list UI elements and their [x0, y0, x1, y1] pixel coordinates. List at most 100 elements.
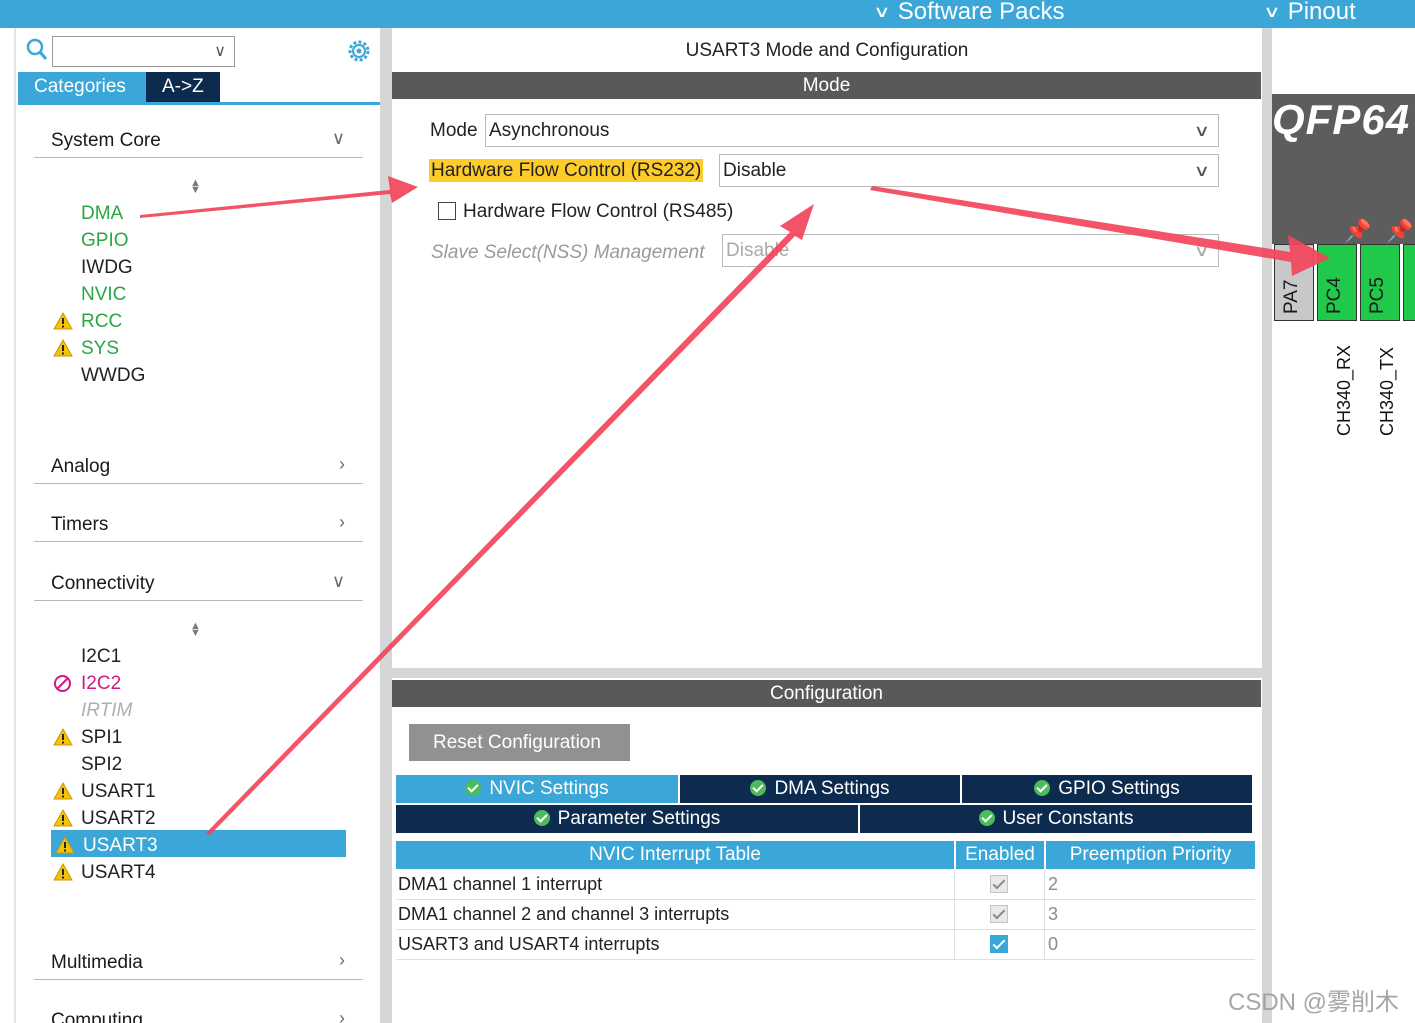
- category-label: Timers: [51, 514, 109, 535]
- tab-a-to-z[interactable]: A->Z: [146, 72, 220, 102]
- mode-label: Mode: [430, 120, 478, 141]
- item-label: SPI1: [81, 727, 123, 748]
- column-divider: [1044, 930, 1045, 960]
- panel-splitter[interactable]: [1262, 28, 1272, 1023]
- category-computing[interactable]: Computing ›: [34, 1004, 363, 1023]
- chevron-right-icon: ›: [339, 454, 345, 474]
- column-header-enabled[interactable]: Enabled: [956, 841, 1046, 869]
- tab-underline: [18, 102, 380, 105]
- category-label: Analog: [51, 456, 111, 477]
- column-header-interrupt[interactable]: NVIC Interrupt Table: [396, 841, 956, 869]
- panel-title: USART3 Mode and Configuration: [685, 40, 969, 61]
- category-label: Multimedia: [51, 952, 143, 973]
- interrupt-name: DMA1 channel 2 and channel 3 interrupts: [398, 904, 730, 924]
- pin-pc5[interactable]: PC5: [1360, 244, 1400, 321]
- software-packs-menu[interactable]: ∨ Software Packs: [873, 0, 1064, 27]
- list-item-i2c1[interactable]: I2C1: [81, 644, 121, 670]
- priority-value[interactable]: 3: [1048, 904, 1058, 925]
- tab-user-constants[interactable]: User Constants: [860, 805, 1252, 833]
- warning-icon: [53, 312, 73, 330]
- column-header-priority[interactable]: Preemption Priority: [1046, 841, 1255, 869]
- table-row[interactable]: DMA1 channel 2 and channel 3 interrupts …: [396, 900, 1255, 930]
- warning-icon: [53, 809, 73, 827]
- check-circle-icon: [978, 810, 995, 826]
- pin-partial[interactable]: [1403, 244, 1415, 321]
- table-row[interactable]: USART3 and USART4 interrupts 0: [396, 930, 1255, 960]
- category-connectivity[interactable]: Connectivity ∨: [34, 567, 363, 601]
- search-combobox[interactable]: ∨: [52, 36, 235, 67]
- list-item-rcc[interactable]: RCC: [53, 309, 122, 335]
- item-label: NVIC: [81, 284, 127, 305]
- list-item-usart2[interactable]: USART2: [53, 806, 156, 832]
- warning-icon: [55, 836, 75, 854]
- mode-select[interactable]: Asynchronous ∨: [485, 114, 1219, 147]
- pinout-menu[interactable]: ∨ Pinout: [1263, 0, 1356, 27]
- list-item-usart1[interactable]: USART1: [53, 779, 156, 805]
- hfc-rs232-label: Hardware Flow Control (RS232): [429, 159, 704, 182]
- chip-package-label: QFP64: [1272, 96, 1411, 143]
- warning-icon: [53, 863, 73, 881]
- enabled-checkbox[interactable]: [990, 875, 1008, 893]
- sort-icon[interactable]: ▲ ▼: [190, 178, 201, 196]
- list-item-gpio[interactable]: GPIO: [81, 228, 129, 254]
- tab-label: DMA Settings: [774, 778, 890, 799]
- list-item-sys[interactable]: SYS: [53, 336, 119, 362]
- nss-select[interactable]: Disable ∨: [722, 234, 1219, 267]
- table-row[interactable]: DMA1 channel 1 interrupt 2: [396, 870, 1255, 900]
- list-item-dma[interactable]: DMA: [81, 201, 123, 227]
- list-item-i2c2[interactable]: I2C2: [54, 671, 121, 697]
- hfc-rs485-checkbox[interactable]: [438, 202, 456, 220]
- search-icon[interactable]: [26, 38, 48, 62]
- item-label: SPI2: [81, 754, 123, 775]
- list-item-irtim[interactable]: IRTIM: [81, 698, 132, 724]
- panel-splitter[interactable]: [380, 28, 392, 1023]
- column-divider: [954, 930, 955, 960]
- list-item-spi2[interactable]: SPI2: [81, 752, 122, 778]
- priority-value[interactable]: 2: [1048, 874, 1058, 895]
- column-divider: [954, 900, 955, 930]
- search-row: ∨: [16, 32, 382, 68]
- category-timers[interactable]: Timers ›: [34, 508, 363, 542]
- list-item-usart3[interactable]: USART3: [55, 833, 158, 859]
- list-item-nvic[interactable]: NVIC: [81, 282, 126, 308]
- tab-dma-settings[interactable]: DMA Settings: [680, 775, 962, 803]
- category-multimedia[interactable]: Multimedia ›: [34, 946, 363, 980]
- pin-pc4[interactable]: PC4: [1317, 244, 1357, 321]
- enabled-checkbox[interactable]: [990, 935, 1008, 953]
- tab-label: User Constants: [1002, 808, 1134, 829]
- sort-icon[interactable]: ▲ ▼: [190, 621, 201, 639]
- section-splitter[interactable]: [392, 668, 1262, 678]
- check-circle-icon: [750, 780, 767, 796]
- pinout-label: Pinout: [1287, 0, 1356, 25]
- pin-pa7[interactable]: PA7: [1274, 244, 1314, 321]
- item-label: WWDG: [81, 365, 146, 386]
- top-toolbar: ∨ Software Packs ∨ Pinout: [0, 0, 1415, 28]
- pushpin-icon: 📌: [1344, 218, 1372, 243]
- tab-nvic-settings[interactable]: NVIC Settings: [396, 775, 680, 803]
- priority-value[interactable]: 0: [1048, 934, 1058, 955]
- view-tabs: Categories A->Z: [18, 72, 220, 102]
- list-item-iwdg[interactable]: IWDG: [81, 255, 133, 281]
- list-item-wwdg[interactable]: WWDG: [81, 363, 145, 389]
- chevron-right-icon: ›: [339, 950, 345, 970]
- tab-label: NVIC Settings: [489, 778, 609, 799]
- item-label: DMA: [81, 203, 124, 224]
- list-item-usart4[interactable]: USART4: [53, 860, 156, 886]
- tab-label: GPIO Settings: [1058, 778, 1180, 799]
- tab-parameter-settings[interactable]: Parameter Settings: [396, 805, 860, 833]
- tab-categories[interactable]: Categories: [18, 72, 146, 102]
- list-item-spi1[interactable]: SPI1: [53, 725, 123, 751]
- mode-section-header: Mode: [392, 72, 1261, 99]
- chevron-down-icon: ∨: [331, 128, 345, 148]
- gear-icon[interactable]: [346, 38, 372, 64]
- hfc-rs232-select[interactable]: Disable ∨: [719, 154, 1219, 187]
- tab-gpio-settings[interactable]: GPIO Settings: [962, 775, 1252, 803]
- category-system-core[interactable]: System Core ∨: [34, 124, 363, 158]
- enabled-checkbox[interactable]: [990, 905, 1008, 923]
- reset-configuration-button[interactable]: Reset Configuration: [409, 724, 630, 761]
- chevron-right-icon: ›: [339, 1008, 345, 1023]
- chevron-down-icon: ∨: [873, 4, 891, 21]
- warning-icon: [53, 339, 73, 357]
- category-analog[interactable]: Analog ›: [34, 450, 363, 484]
- column-divider: [1044, 900, 1045, 930]
